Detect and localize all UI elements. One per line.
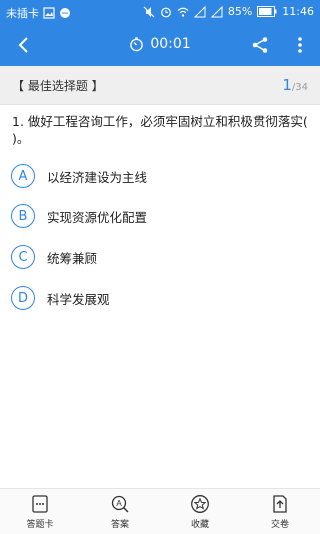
option-text: 统筹兼顾 — [47, 250, 98, 266]
option-text: 科学发展观 — [47, 291, 110, 307]
more-vertical-icon — [298, 37, 302, 53]
svg-text:A: A — [116, 499, 122, 508]
favorite-button[interactable]: 收藏 — [160, 489, 240, 534]
question-progress: 1/34 — [282, 75, 308, 94]
submit-button[interactable]: 交卷 — [240, 489, 320, 534]
option-b[interactable]: B 实现资源优化配置 — [11, 202, 311, 230]
share-icon — [252, 37, 268, 53]
tab-label: 收藏 — [190, 520, 209, 530]
question-text: 1. 做好工程咨询工作，必须牢固树立和积极贯彻落实( )。 — [12, 114, 308, 146]
status-bar: 未插卡 85% 11:46 — [0, 0, 320, 24]
option-letter: B — [11, 204, 35, 228]
timer-text: 00:01 — [150, 36, 191, 52]
image-icon — [43, 7, 55, 19]
total-questions: /34 — [291, 82, 308, 93]
option-text: 实现资源优化配置 — [47, 209, 148, 225]
answer-sheet-icon — [32, 495, 48, 513]
option-a[interactable]: A 以经济建设为主线 — [11, 162, 311, 190]
battery-icon — [257, 6, 277, 17]
bottom-toolbar: 答题卡 A 答案 收藏 交卷 — [0, 488, 320, 534]
timer: 00:01 — [0, 36, 320, 52]
message-icon — [60, 8, 70, 18]
signal-icon-2 — [210, 5, 223, 17]
battery-percent: 85% — [227, 5, 253, 18]
stopwatch-icon — [130, 36, 144, 51]
option-text: 以经济建设为主线 — [47, 169, 148, 185]
signal-icon-1 — [193, 5, 206, 17]
current-question-number: 1 — [282, 76, 292, 94]
answer-button[interactable]: A 答案 — [80, 489, 160, 534]
app-bar: 00:01 — [0, 24, 320, 66]
option-letter: D — [11, 286, 35, 310]
option-letter: A — [11, 164, 35, 188]
submit-icon — [273, 495, 287, 513]
answer-sheet-button[interactable]: 答题卡 — [0, 489, 80, 534]
more-button[interactable] — [288, 33, 312, 57]
mute-icon — [143, 6, 155, 17]
clock-text: 11:46 — [282, 5, 314, 18]
question-type-label: 【 最佳选择题 】 — [12, 79, 104, 93]
answer-search-icon: A — [111, 495, 129, 513]
option-c[interactable]: C 统筹兼顾 — [11, 243, 311, 271]
option-d[interactable]: D 科学发展观 — [11, 284, 311, 312]
tab-label: 交卷 — [270, 520, 289, 530]
option-letter: C — [11, 245, 35, 269]
share-button[interactable] — [248, 33, 272, 57]
alarm-icon — [160, 7, 171, 17]
carrier-text: 未插卡 — [6, 7, 39, 20]
question-type-bar: 【 最佳选择题 】 1/34 — [0, 66, 320, 105]
tab-label: 答案 — [110, 520, 129, 530]
tab-label: 答题卡 — [26, 520, 54, 530]
star-icon — [191, 495, 209, 513]
wifi-icon — [177, 7, 189, 17]
